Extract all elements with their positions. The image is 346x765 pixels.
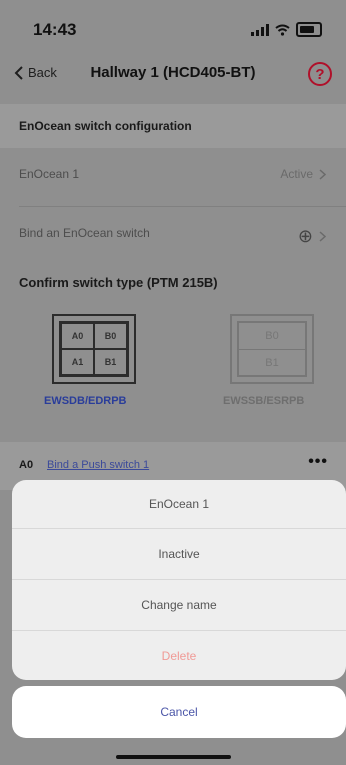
switch-cell: A1: [61, 349, 94, 375]
channel-tag: A0: [19, 459, 34, 471]
section-header-enocean: EnOcean switch configuration: [0, 104, 346, 148]
action-inactive[interactable]: Inactive: [12, 528, 346, 579]
switch-label-ewsdb[interactable]: EWSDB/EDRPB: [44, 395, 127, 407]
switch-cell: B0: [265, 330, 279, 342]
wifi-icon: [275, 24, 290, 36]
chevron-right-icon: [319, 231, 326, 242]
row-label: Bind an EnOcean switch: [19, 226, 150, 240]
row-bind-switch[interactable]: Bind an EnOcean switch ⊕: [0, 207, 346, 259]
row-value: ⊕: [298, 226, 326, 247]
screen: 14:43 Back Hallway 1 (HCD405-BT) ? EnOce…: [0, 0, 346, 765]
row-label: EnOcean 1: [19, 167, 80, 181]
switch-diagram: B0 B1: [237, 321, 307, 377]
nav-bar: Back Hallway 1 (HCD405-BT) ?: [0, 52, 346, 96]
switch-cell: B0: [94, 323, 127, 349]
switch-type-ewssb[interactable]: B0 B1: [230, 314, 314, 384]
chevron-right-icon: [319, 168, 326, 180]
cancel-button[interactable]: Cancel: [12, 686, 346, 738]
home-indicator[interactable]: [116, 755, 231, 759]
switch-type-ewsdb[interactable]: A0 B0 A1 B1: [52, 314, 136, 384]
battery-icon: [296, 22, 322, 37]
switch-cell: B1: [239, 349, 305, 375]
help-icon[interactable]: ?: [308, 62, 332, 86]
status-time: 14:43: [33, 20, 77, 39]
action-change-name[interactable]: Change name: [12, 579, 346, 630]
more-icon[interactable]: •••: [308, 453, 328, 471]
signal-icon: [251, 23, 269, 36]
section-title: EnOcean switch configuration: [19, 119, 192, 133]
add-circle-icon: ⊕: [297, 226, 313, 246]
row-enocean-1[interactable]: EnOcean 1 Active: [0, 148, 346, 200]
status-icons: [251, 22, 322, 37]
action-sheet-title: EnOcean 1: [148, 497, 210, 511]
action-sheet: EnOcean 1 Inactive Change name Delete: [12, 480, 346, 680]
page-title: Hallway 1 (HCD405-BT): [90, 64, 256, 81]
switch-cell: B1: [94, 349, 127, 375]
switch-diagram: A0 B0 A1 B1: [59, 321, 129, 377]
switch-cell: A0: [61, 323, 94, 349]
row-value: Active: [280, 167, 326, 181]
confirm-switch-title: Confirm switch type (PTM 215B): [19, 275, 218, 290]
status-bar: 14:43: [0, 0, 346, 52]
action-delete[interactable]: Delete: [12, 630, 346, 680]
bind-push-switch-link[interactable]: Bind a Push switch 1: [47, 459, 149, 471]
status-text: Active: [280, 167, 313, 181]
switch-label-ewssb[interactable]: EWSSB/ESRPB: [223, 395, 304, 407]
